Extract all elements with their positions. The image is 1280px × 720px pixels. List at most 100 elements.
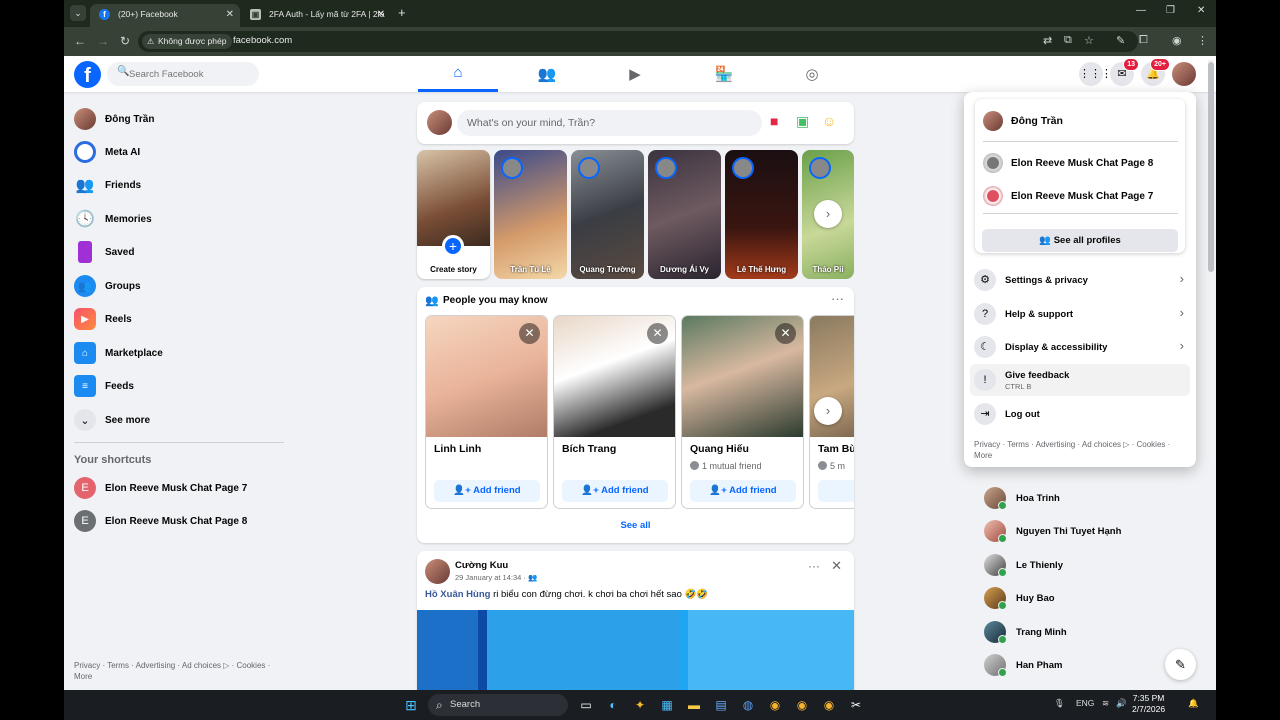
person-card[interactable]: ✕ Linh Linh 👤+ Add friend	[425, 315, 548, 509]
sidebar-item-meta-ai[interactable]: Meta AI	[70, 137, 280, 167]
address-bar[interactable]: Không được phép facebook.com	[138, 31, 1138, 52]
person-card[interactable]: ✕ Bích Trang 👤+ Add friend	[553, 315, 676, 509]
menu-item-feedback[interactable]: ! Give feedback CTRL B	[970, 364, 1190, 396]
search-input[interactable]	[129, 62, 254, 86]
add-friend-button[interactable]: 👤+	[818, 480, 854, 502]
sidebar-item-feeds[interactable]: ≡ Feeds	[70, 371, 280, 401]
contact-item[interactable]: Han Pham	[984, 650, 1184, 680]
chrome-icon[interactable]: ◉	[820, 696, 838, 714]
install-icon[interactable]: ⧉	[1064, 34, 1072, 47]
tab-facebook[interactable]: f (20+) Facebook ✕	[90, 4, 240, 27]
app-icon[interactable]: ◍	[739, 696, 757, 714]
story-card[interactable]: Quang Trường	[571, 150, 644, 279]
forward-icon[interactable]: →	[97, 34, 109, 48]
contact-item[interactable]: Trang Minh	[984, 617, 1184, 647]
avatar[interactable]	[425, 559, 450, 584]
menu-footer-links[interactable]: Privacy · Terms · Advertising · Ad choic…	[974, 439, 1189, 461]
chrome-icon[interactable]: ◉	[766, 696, 784, 714]
contact-item[interactable]: Le Thienly	[984, 550, 1184, 580]
add-friend-button[interactable]: 👤+ Add friend	[434, 480, 540, 502]
close-tab-icon[interactable]: ✕	[377, 4, 385, 25]
site-info-chip[interactable]: Không được phép	[142, 34, 233, 49]
copilot-icon[interactable]: ✦	[631, 696, 649, 714]
start-icon[interactable]: ⊞	[402, 696, 420, 714]
language-indicator[interactable]: ENG	[1076, 698, 1094, 708]
back-icon[interactable]: ←	[74, 34, 86, 48]
snipping-icon[interactable]: ✂	[847, 696, 865, 714]
account-avatar-button[interactable]	[1172, 62, 1196, 86]
volume-icon[interactable]: 🔊	[1116, 698, 1127, 709]
menu-item-help[interactable]: ? Help & support ›	[970, 298, 1190, 330]
create-story-card[interactable]: + Create story	[417, 150, 490, 279]
edge-icon[interactable]: ◐	[604, 696, 622, 714]
tab-video[interactable]: ▶	[595, 56, 675, 92]
sidebar-item-memories[interactable]: 🕓 Memories	[70, 204, 280, 234]
maximize-icon[interactable]: ❐	[1166, 5, 1175, 16]
task-view-icon[interactable]: ▭	[577, 696, 595, 714]
tab-home[interactable]: ⌂	[418, 56, 498, 92]
new-message-button[interactable]: ✎	[1165, 649, 1196, 680]
menu-grid-button[interactable]: ⋮⋮⋮	[1079, 62, 1112, 86]
translate-icon[interactable]: ⇄	[1043, 34, 1052, 47]
add-friend-button[interactable]: 👤+ Add friend	[562, 480, 668, 502]
composer-input[interactable]: What's on your mind, Trần?	[457, 110, 762, 136]
page-scrollbar[interactable]	[1208, 60, 1214, 690]
person-card[interactable]: ✕ Quang Hiếu 1 mutual friend 👤+ Add frie…	[681, 315, 804, 509]
tab-groups[interactable]: ◎	[772, 56, 852, 92]
post-author[interactable]: Cường Kuu	[455, 560, 508, 571]
dismiss-icon[interactable]: ✕	[519, 323, 540, 344]
story-card[interactable]: Dương Ái Vy	[648, 150, 721, 279]
file-explorer-icon[interactable]: ▬	[685, 696, 703, 714]
see-all-profiles-button[interactable]: 👥 See all profiles	[982, 229, 1178, 252]
new-tab-icon[interactable]: +	[398, 5, 406, 20]
bookmark-star-icon[interactable]: ☆	[1084, 34, 1094, 47]
story-card[interactable]: Lê Thế Hưng	[725, 150, 798, 279]
sidebar-item-groups[interactable]: 👥 Groups	[70, 271, 280, 301]
stories-next-button[interactable]: ›	[814, 200, 842, 228]
messenger-button[interactable]: ✉ 13	[1110, 58, 1139, 86]
sidebar-item-reels[interactable]: ▶ Reels	[70, 304, 280, 334]
pymk-next-button[interactable]: ›	[814, 397, 842, 425]
dismiss-icon[interactable]: ✕	[647, 323, 668, 344]
reload-icon[interactable]: ↻	[120, 34, 130, 48]
taskbar-search[interactable]: Search	[428, 694, 568, 716]
extension-icon[interactable]: ✎	[1116, 34, 1125, 47]
add-friend-button[interactable]: 👤+ Add friend	[690, 480, 796, 502]
profile-icon[interactable]: ◉	[1172, 34, 1182, 47]
contact-item[interactable]: Nguyen Thi Tuyet Hạnh	[984, 516, 1184, 546]
sidebar-item-profile[interactable]: Đông Trần	[70, 104, 280, 134]
chrome-icon[interactable]: ◉	[793, 696, 811, 714]
scroll-thumb[interactable]	[1208, 62, 1214, 272]
microphone-icon[interactable]: 🎙	[1054, 698, 1065, 709]
feeling-icon[interactable]: ☺	[822, 113, 836, 129]
notification-center-icon[interactable]: 🔔	[1188, 698, 1199, 709]
menu-item-display[interactable]: ☾ Display & accessibility ›	[970, 331, 1190, 363]
close-icon[interactable]: ✕	[831, 558, 842, 574]
live-video-icon[interactable]: ■	[770, 113, 778, 129]
store-icon[interactable]: ▦	[658, 696, 676, 714]
story-card[interactable]: Trần Tú Lệ	[494, 150, 567, 279]
profile-row[interactable]: Elon Reeve Musk Chat Page 8	[983, 151, 1179, 175]
see-all-link[interactable]: See all	[417, 520, 854, 531]
notifications-button[interactable]: 🔔 20+	[1141, 58, 1170, 86]
minimize-icon[interactable]: —	[1136, 5, 1146, 16]
footer-links[interactable]: Privacy · Terms · Advertising · Ad choic…	[74, 660, 284, 682]
sidebar-item-marketplace[interactable]: ⌂ Marketplace	[70, 338, 280, 368]
close-window-icon[interactable]: ✕	[1197, 5, 1205, 16]
contact-item[interactable]: Hoa Trinh	[984, 483, 1184, 513]
menu-kebab-icon[interactable]: ⋮	[1197, 34, 1208, 47]
tab-friends[interactable]: 👥	[507, 56, 587, 92]
clock[interactable]: 7:35 PM 2/7/2026	[1132, 693, 1165, 715]
close-tab-icon[interactable]: ✕	[226, 4, 234, 25]
facebook-logo[interactable]: f	[74, 61, 101, 88]
contact-item[interactable]: Huy Bao	[984, 583, 1184, 613]
photo-icon[interactable]: ▣	[796, 113, 809, 130]
mention-link[interactable]: Hồ Xuân Hùng	[425, 589, 490, 600]
tab-marketplace[interactable]: 🏪	[684, 56, 764, 92]
sidebar-item-friends[interactable]: 👥 Friends	[70, 170, 280, 200]
tab-2fa[interactable]: ▣ 2FA Auth - Lấy mã từ 2FA | 2fa ✕	[241, 4, 391, 27]
menu-item-settings[interactable]: ⚙ Settings & privacy ›	[970, 264, 1190, 296]
sidebar-item-see-more[interactable]: ⌄ See more	[70, 405, 280, 435]
extensions-puzzle-icon[interactable]: ⧠	[1139, 34, 1148, 47]
tab-search-icon[interactable]: ⌄	[70, 5, 86, 21]
